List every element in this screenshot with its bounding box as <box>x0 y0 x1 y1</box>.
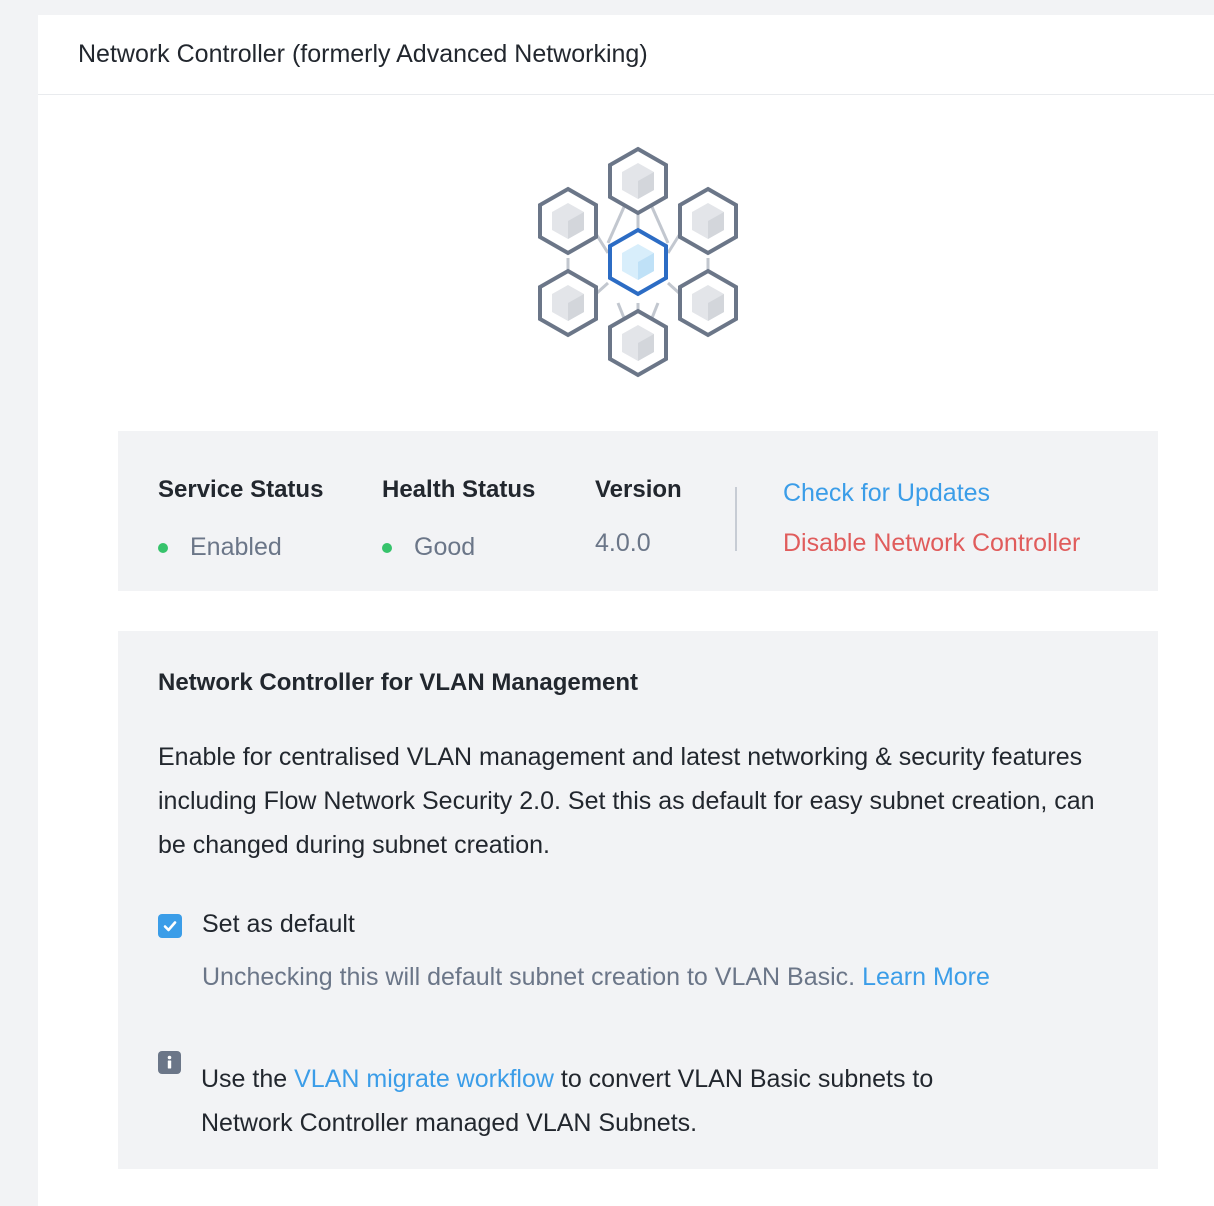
network-controller-panel: Network Controller (formerly Advanced Ne… <box>38 15 1214 1206</box>
set-default-help-text: Unchecking this will default subnet crea… <box>202 963 863 991</box>
version-label: Version <box>595 476 682 503</box>
check-updates-link[interactable]: Check for Updates <box>783 479 990 508</box>
set-default-label[interactable]: Set as default <box>202 910 355 939</box>
service-status-label: Service Status <box>158 476 324 503</box>
cube-bottom <box>608 308 668 378</box>
version-value: 4.0.0 <box>595 529 651 557</box>
health-status-label: Health Status <box>382 476 536 503</box>
page-title: Network Controller (formerly Advanced Ne… <box>78 40 648 68</box>
disable-network-controller-link[interactable]: Disable Network Controller <box>783 529 1080 558</box>
health-status-value: Good <box>382 533 475 562</box>
migrate-info-line-2: Network Controller managed VLAN Subnets. <box>201 1109 698 1137</box>
panel-header: Network Controller (formerly Advanced Ne… <box>38 15 1214 95</box>
learn-more-link[interactable]: Learn More <box>862 963 990 991</box>
migrate-info-text: Use the VLAN migrate workflow to convert… <box>201 1057 1121 1145</box>
vlan-description: Enable for centralised VLAN management a… <box>158 743 1095 859</box>
checkmark-icon <box>163 921 177 932</box>
hexagon-cube-network-icon <box>538 146 738 378</box>
cube-upper-right <box>678 186 738 256</box>
service-status-value: Enabled <box>158 533 282 562</box>
vlan-management-card: Network Controller for VLAN Management E… <box>118 631 1158 1169</box>
cube-upper-left <box>538 186 598 256</box>
info-icon <box>158 1051 181 1074</box>
status-card: Service Status Enabled Health Status Goo… <box>118 431 1158 591</box>
cube-lower-right <box>678 268 738 338</box>
service-status-text: Enabled <box>190 533 282 561</box>
status-dot-icon <box>158 542 168 553</box>
cube-top <box>608 146 668 216</box>
status-dot-icon <box>382 542 392 553</box>
migrate-info-suffix: to convert VLAN Basic subnets to <box>553 1065 934 1093</box>
vlan-section-title: Network Controller for VLAN Management <box>158 669 639 696</box>
migrate-info-prefix: Use the <box>201 1065 295 1093</box>
divider <box>735 487 737 551</box>
cube-center <box>608 227 668 297</box>
health-status-text: Good <box>414 533 476 561</box>
vlan-migrate-workflow-link[interactable]: VLAN migrate workflow <box>294 1065 554 1093</box>
migrate-info-line-1: Use the VLAN migrate workflow to convert… <box>201 1057 1121 1101</box>
cube-lower-left <box>538 268 598 338</box>
set-default-checkbox[interactable] <box>158 914 182 938</box>
set-default-help: Unchecking this will default subnet crea… <box>202 963 990 992</box>
